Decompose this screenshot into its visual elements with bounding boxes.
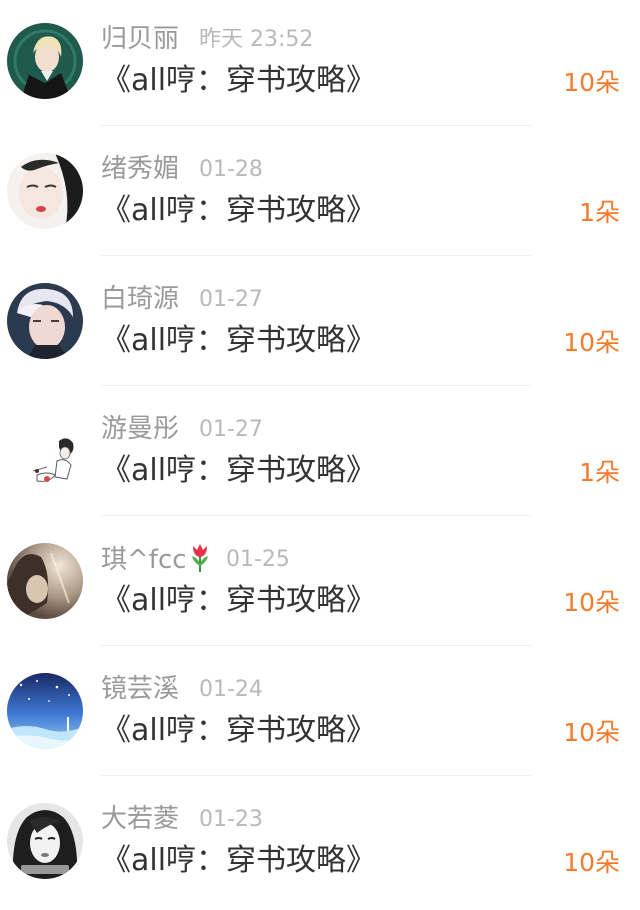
user-name-text: 琪^fcc bbox=[101, 545, 187, 575]
flower-count: 10朵 bbox=[563, 848, 620, 877]
list-item[interactable]: 白琦源 01-27 《all哼：穿书攻略》 10朵 bbox=[0, 260, 640, 390]
gift-record-list: 归贝丽 昨天 23:52 《all哼：穿书攻略》 10朵 绪秀媚 01-28 《… bbox=[0, 0, 640, 904]
timestamp: 01-28 bbox=[199, 157, 263, 182]
bw-girl-portrait-avatar[interactable] bbox=[7, 803, 83, 879]
book-title[interactable]: 《all哼：穿书攻略》 bbox=[101, 581, 376, 621]
sketch-girl-avatar[interactable] bbox=[7, 413, 83, 489]
user-name[interactable]: 镜芸溪 bbox=[101, 672, 179, 706]
girl-closed-eyes-avatar[interactable] bbox=[7, 153, 83, 229]
list-item[interactable]: 镜芸溪 01-24 《all哼：穿书攻略》 10朵 bbox=[0, 650, 640, 780]
timestamp: 01-24 bbox=[199, 677, 263, 702]
flower-count: 10朵 bbox=[563, 328, 620, 357]
night-sky-avatar[interactable] bbox=[7, 673, 83, 749]
user-name[interactable]: 归贝丽 bbox=[101, 22, 179, 56]
book-title[interactable]: 《all哼：穿书攻略》 bbox=[101, 451, 376, 491]
divider bbox=[101, 775, 531, 776]
timestamp: 01-27 bbox=[199, 287, 263, 312]
flower-count: 10朵 bbox=[563, 68, 620, 97]
timestamp: 昨天 23:52 bbox=[199, 27, 314, 52]
user-name[interactable]: 大若菱 bbox=[101, 802, 179, 836]
tulip-icon bbox=[191, 544, 208, 572]
divider bbox=[101, 255, 531, 256]
book-title[interactable]: 《all哼：穿书攻略》 bbox=[101, 191, 376, 231]
timestamp: 01-25 bbox=[226, 547, 290, 572]
book-title[interactable]: 《all哼：穿书攻略》 bbox=[101, 711, 376, 751]
flower-count: 1朵 bbox=[579, 458, 620, 487]
white-hair-boy-avatar[interactable] bbox=[7, 283, 83, 359]
divider bbox=[101, 515, 531, 516]
flower-count: 10朵 bbox=[563, 588, 620, 617]
list-item[interactable]: 游曼彤 01-27 《all哼：穿书攻略》 1朵 bbox=[0, 390, 640, 520]
book-title[interactable]: 《all哼：穿书攻略》 bbox=[101, 321, 376, 361]
user-name[interactable]: 游曼彤 bbox=[101, 412, 179, 446]
user-name[interactable]: 琪^fcc bbox=[101, 542, 211, 577]
timestamp: 01-27 bbox=[199, 417, 263, 442]
list-item[interactable]: 归贝丽 昨天 23:52 《all哼：穿书攻略》 10朵 bbox=[0, 0, 640, 130]
list-item[interactable]: 大若菱 01-23 《all哼：穿书攻略》 10朵 bbox=[0, 780, 640, 910]
list-item[interactable]: 绪秀媚 01-28 《all哼：穿书攻略》 1朵 bbox=[0, 130, 640, 260]
list-item[interactable]: 琪^fcc 01-25 《all哼：穿书攻略》 10朵 bbox=[0, 520, 640, 650]
user-name[interactable]: 绪秀媚 bbox=[101, 152, 179, 186]
divider bbox=[101, 125, 531, 126]
flower-count: 10朵 bbox=[563, 718, 620, 747]
anime-blond-man-avatar[interactable] bbox=[7, 23, 83, 99]
sepia-girl-avatar[interactable] bbox=[7, 543, 83, 619]
book-title[interactable]: 《all哼：穿书攻略》 bbox=[101, 841, 376, 881]
book-title[interactable]: 《all哼：穿书攻略》 bbox=[101, 61, 376, 101]
divider bbox=[101, 385, 531, 386]
timestamp: 01-23 bbox=[199, 807, 263, 832]
divider bbox=[101, 645, 531, 646]
user-name[interactable]: 白琦源 bbox=[101, 282, 179, 316]
flower-count: 1朵 bbox=[579, 198, 620, 227]
